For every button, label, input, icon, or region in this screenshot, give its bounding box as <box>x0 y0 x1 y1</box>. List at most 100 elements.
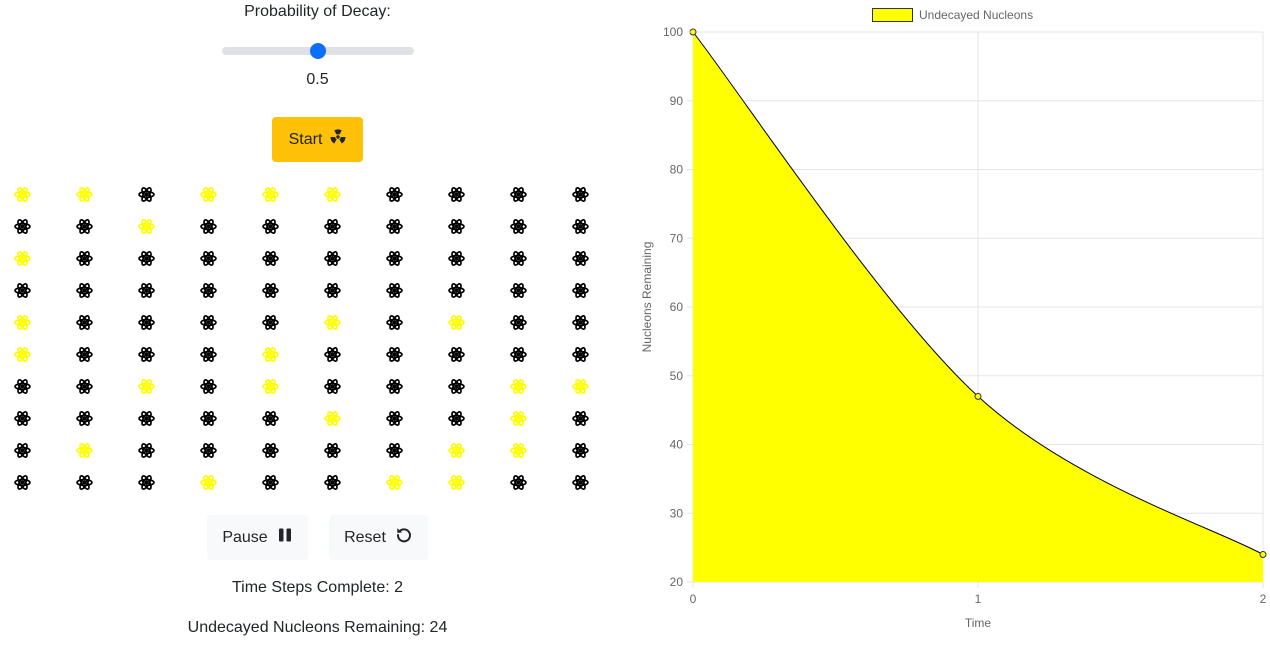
atom-icon <box>324 442 341 459</box>
y-tick-label: 80 <box>670 163 684 177</box>
y-tick-label: 40 <box>670 438 684 452</box>
atom-icon <box>572 410 589 427</box>
atom-icon <box>138 282 155 299</box>
atom-icon <box>14 410 31 427</box>
atom-icon <box>138 410 155 427</box>
atom-icon <box>138 346 155 363</box>
decayed-nucleon-icon <box>200 474 217 491</box>
reset-button-label: Reset <box>344 528 386 546</box>
atom-icon <box>572 474 589 491</box>
atom-icon <box>262 250 279 267</box>
atom-icon <box>14 282 31 299</box>
atom-icon <box>386 442 403 459</box>
atom-icon <box>386 314 403 331</box>
time-steps-status: Time Steps Complete: 2 <box>231 579 404 596</box>
atom-icon <box>200 282 217 299</box>
data-point <box>1259 551 1267 558</box>
atom-icon <box>14 378 31 395</box>
atom-icon <box>572 314 589 331</box>
pause-button[interactable]: Pause <box>207 515 308 560</box>
atom-icon <box>386 410 403 427</box>
radioactive-icon <box>330 129 346 150</box>
decayed-nucleon-icon <box>324 314 341 331</box>
atom-icon <box>14 218 31 235</box>
decayed-nucleon-icon <box>448 314 465 331</box>
atom-icon <box>448 250 465 267</box>
atom-icon <box>448 186 465 203</box>
atom-icon <box>262 218 279 235</box>
atom-icon <box>138 314 155 331</box>
atom-icon <box>448 282 465 299</box>
decayed-nucleon-icon <box>572 378 589 395</box>
x-tick-label: 2 <box>1260 592 1267 606</box>
probability-slider[interactable] <box>222 42 414 60</box>
atom-icon <box>138 250 155 267</box>
atom-icon <box>200 250 217 267</box>
atom-icon <box>324 474 341 491</box>
atom-icon <box>324 218 341 235</box>
atom-icon <box>572 282 589 299</box>
atom-icon <box>138 186 155 203</box>
atom-icon <box>14 442 31 459</box>
atom-icon <box>510 218 527 235</box>
y-tick-label: 90 <box>670 94 684 108</box>
atom-icon <box>324 378 341 395</box>
atom-icon <box>572 346 589 363</box>
atom-icon <box>200 346 217 363</box>
decayed-nucleon-icon <box>324 186 341 203</box>
decayed-nucleon-icon <box>14 346 31 363</box>
reset-icon <box>395 526 413 549</box>
atom-icon <box>448 410 465 427</box>
decayed-nucleon-icon <box>200 186 217 203</box>
decayed-nucleon-icon <box>262 346 279 363</box>
pause-icon <box>277 527 293 548</box>
atom-icon <box>324 282 341 299</box>
start-button-label: Start <box>288 130 323 148</box>
atom-icon <box>572 186 589 203</box>
decayed-nucleon-icon <box>14 314 31 331</box>
decayed-nucleon-icon <box>386 474 403 491</box>
atom-icon <box>200 218 217 235</box>
decayed-nucleon-icon <box>14 250 31 267</box>
reset-button[interactable]: Reset <box>329 515 428 560</box>
atom-icon <box>138 442 155 459</box>
decayed-nucleon-icon <box>510 442 527 459</box>
atom-icon <box>572 218 589 235</box>
atom-icon <box>200 442 217 459</box>
atom-icon <box>200 314 217 331</box>
decayed-nucleon-icon <box>138 378 155 395</box>
y-tick-label: 70 <box>670 231 684 245</box>
legend-label: Undecayed Nucleons <box>919 8 1033 22</box>
atom-icon <box>448 346 465 363</box>
remaining-status: Undecayed Nucleons Remaining: 24 <box>187 619 448 636</box>
atom-icon <box>324 346 341 363</box>
atom-icon <box>262 282 279 299</box>
y-tick-label: 100 <box>663 25 683 39</box>
decayed-nucleon-icon <box>448 474 465 491</box>
slider-thumb[interactable] <box>310 43 326 59</box>
x-tick-label: 1 <box>975 592 982 606</box>
probability-value: 0.5 <box>306 71 329 88</box>
atom-icon <box>76 282 93 299</box>
probability-label: Probability of Decay: <box>244 3 391 20</box>
atom-icon <box>262 474 279 491</box>
simulation-panel: Probability of Decay: 0.5 Start Pause Re… <box>0 0 635 650</box>
x-tick-label: 0 <box>690 592 697 606</box>
decayed-nucleon-icon <box>324 410 341 427</box>
atom-icon <box>76 410 93 427</box>
start-button[interactable]: Start <box>272 117 363 162</box>
atom-icon <box>76 474 93 491</box>
atom-icon <box>572 250 589 267</box>
atom-icon <box>510 474 527 491</box>
atom-icon <box>386 250 403 267</box>
atom-icon <box>262 410 279 427</box>
atom-icon <box>448 378 465 395</box>
atom-icon <box>386 282 403 299</box>
atom-icon <box>324 250 341 267</box>
data-point <box>974 392 982 400</box>
decayed-nucleon-icon <box>448 442 465 459</box>
atom-icon <box>76 346 93 363</box>
atom-icon <box>510 186 527 203</box>
nucleon-grid <box>0 178 635 498</box>
atom-icon <box>510 282 527 299</box>
